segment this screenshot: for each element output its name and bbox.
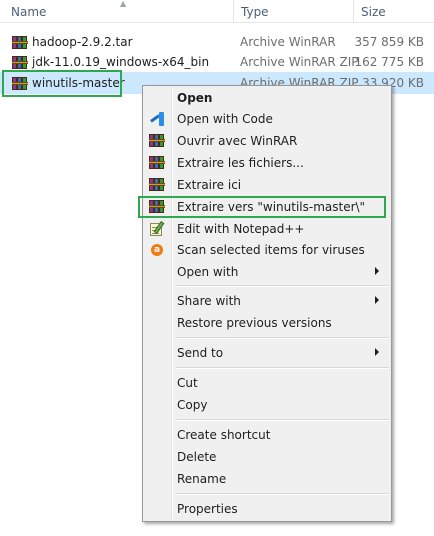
menu-item-scan-viruses[interactable]: a Scan selected items for viruses [145,239,389,261]
menu-item-label: Restore previous versions [177,316,332,330]
menu-separator [176,367,389,369]
notepad-plus-plus-icon [149,221,165,236]
menu-item-label: Extraire ici [177,178,242,192]
menu-separator [176,419,389,421]
menu-item-label: Send to [177,346,224,360]
file-name: jdk-11.0.19_windows-x64_bin [32,55,210,69]
column-divider[interactable] [233,0,234,22]
menu-item-delete[interactable]: Delete [145,446,389,468]
menu-item-open-with[interactable]: Open with [145,261,389,283]
column-type-header[interactable]: Type [241,5,269,19]
context-menu: Open Open with Code Ouvrir avec WinRAR E… [142,85,392,522]
winrar-icon [149,155,165,170]
column-name-header[interactable]: Name [11,5,46,19]
file-type: Archive WinRAR [240,35,336,49]
menu-item-extraire-ici[interactable]: Extraire ici [145,174,389,196]
menu-item-label: Extraire les fichiers... [177,156,304,170]
menu-item-rename[interactable]: Rename [145,468,389,490]
winrar-archive-icon [12,35,28,50]
menu-item-properties[interactable]: Properties [145,498,389,520]
menu-item-cut[interactable]: Cut [145,372,389,394]
menu-item-edit-notepad[interactable]: Edit with Notepad++ [145,218,389,240]
file-row[interactable]: hadoop-2.9.2.tar Archive WinRAR 357 859 … [0,31,434,53]
menu-item-label: Scan selected items for viruses [177,243,365,257]
menu-separator [176,493,389,495]
vscode-icon [149,111,165,126]
menu-item-label: Cut [177,376,198,390]
submenu-arrow-icon [375,267,379,275]
file-name: hadoop-2.9.2.tar [32,35,133,49]
menu-separator [176,285,389,287]
menu-item-label: Rename [177,472,227,486]
column-divider[interactable] [353,0,354,22]
menu-item-label: Ouvrir avec WinRAR [177,134,298,148]
annotation-highlight-menu-item [138,196,386,218]
submenu-arrow-icon [375,348,379,356]
menu-item-label: Open with Code [177,112,273,126]
menu-item-share-with[interactable]: Share with [145,290,389,312]
menu-item-open[interactable]: Open [145,87,389,109]
winrar-archive-icon [12,55,28,70]
winrar-icon [149,177,165,192]
column-header: Name ▲ Type Size [0,0,434,23]
avast-icon: a [149,242,165,257]
file-size: 357 859 KB [354,35,424,49]
menu-item-label: Open with [177,265,239,279]
column-size-header[interactable]: Size [361,5,386,19]
menu-item-label: Edit with Notepad++ [177,222,305,236]
menu-item-copy[interactable]: Copy [145,394,389,416]
submenu-arrow-icon [375,296,379,304]
menu-item-send-to[interactable]: Send to [145,342,389,364]
winrar-icon [149,133,165,148]
menu-item-restore-versions[interactable]: Restore previous versions [145,312,389,334]
file-size: 162 775 KB [354,55,424,69]
menu-item-ouvrir-winrar[interactable]: Ouvrir avec WinRAR [145,130,389,152]
menu-separator [176,337,389,339]
menu-item-create-shortcut[interactable]: Create shortcut [145,424,389,446]
menu-item-label: Open [177,91,213,105]
menu-item-label: Copy [177,398,208,412]
menu-item-extraire-fichiers[interactable]: Extraire les fichiers... [145,152,389,174]
sort-up-icon: ▲ [120,0,127,8]
file-type: Archive WinRAR ZIP [240,55,359,69]
menu-item-label: Create shortcut [177,428,271,442]
menu-item-label: Delete [177,450,217,464]
menu-item-open-with-code[interactable]: Open with Code [145,108,389,130]
annotation-highlight-file [2,70,122,97]
menu-item-label: Properties [177,502,238,516]
menu-item-label: Share with [177,294,241,308]
